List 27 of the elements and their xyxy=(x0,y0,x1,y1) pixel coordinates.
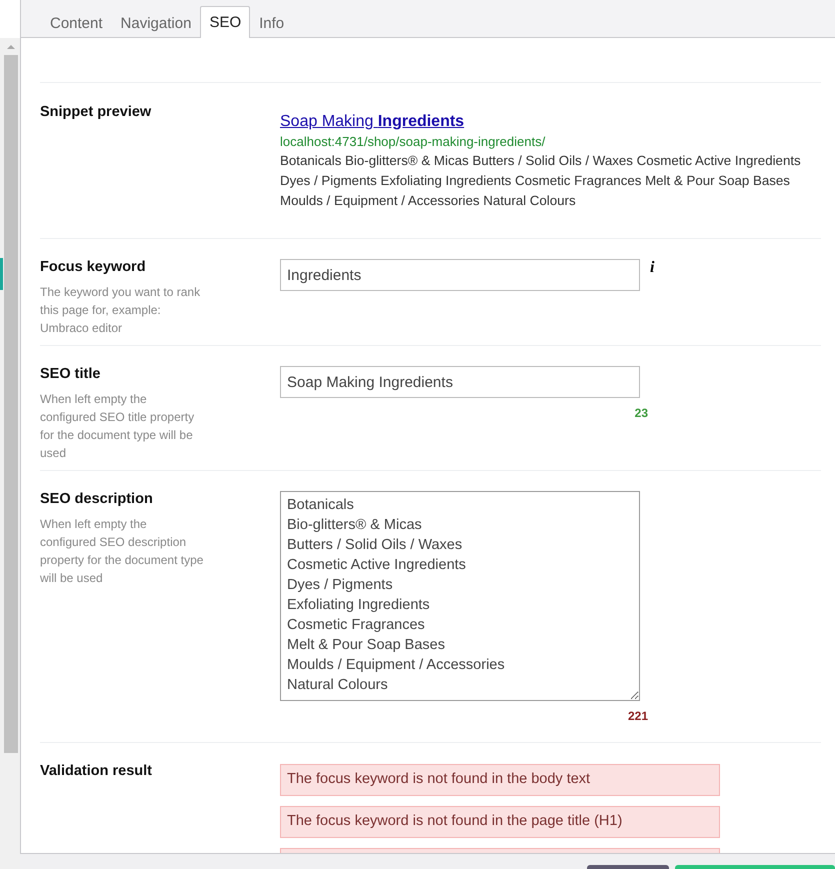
snippet-description: Botanicals Bio-glitters® & Micas Butters / Solid Oils / Waxes Cosmetic Active Ingredients Dyes / Pigments Exfoliating Ingredients Cosmetic Fragrances Melt & Pour Soap Bases Moulds / Equipment / Accessories Natural Colours xyxy=(280,152,802,210)
field-label: SEO description xyxy=(40,491,154,507)
field-hint: When left empty the configured SEO title property for the document type will be used xyxy=(40,391,196,462)
character-counter: 221 xyxy=(628,709,648,723)
validation-message: The focus keyword is not found in the page title (H1) xyxy=(280,806,720,838)
snippet-title-link[interactable]: Soap Making Ingredients xyxy=(280,113,464,131)
textarea-field[interactable]: Botanicals Bio-glitters® & Micas Butters / Solid Oils / Waxes Cosmetic Active Ingredients Dyes / Pigments Exfoliating Ingredients Cosmetic Fragrances Melt & Pour Soap Bases Moulds / Equipment / Accessories Natural Colours xyxy=(280,491,640,701)
action-button[interactable] xyxy=(587,865,669,869)
validation-message: The focus keyword is not found in the body text xyxy=(280,764,720,796)
input-field[interactable]: Ingredients xyxy=(280,259,640,291)
field-hint: The keyword you want to rank this page for, example: Umbraco editor xyxy=(40,284,202,337)
tab[interactable]: Navigation xyxy=(112,7,200,38)
input-field[interactable]: Soap Making Ingredients xyxy=(280,366,640,398)
field-label: Snippet preview xyxy=(40,104,152,120)
tab[interactable]: SEO xyxy=(200,6,250,38)
tab[interactable]: Content xyxy=(41,7,112,38)
character-counter: 23 xyxy=(634,406,648,420)
action-button[interactable] xyxy=(675,865,835,869)
field-hint: When left empty the configured SEO description property for the document type will be used xyxy=(40,516,204,587)
snippet-url: localhost:4731/shop/soap-making-ingredients/ xyxy=(280,134,546,149)
field-label: SEO title xyxy=(40,366,102,382)
field-label: Focus keyword xyxy=(40,259,147,275)
field-label: Validation result xyxy=(40,763,153,779)
info-icon[interactable]: i xyxy=(650,259,654,277)
active-marker xyxy=(0,258,3,290)
scroll-up-icon[interactable] xyxy=(6,44,16,50)
tab[interactable]: Info xyxy=(250,7,294,38)
